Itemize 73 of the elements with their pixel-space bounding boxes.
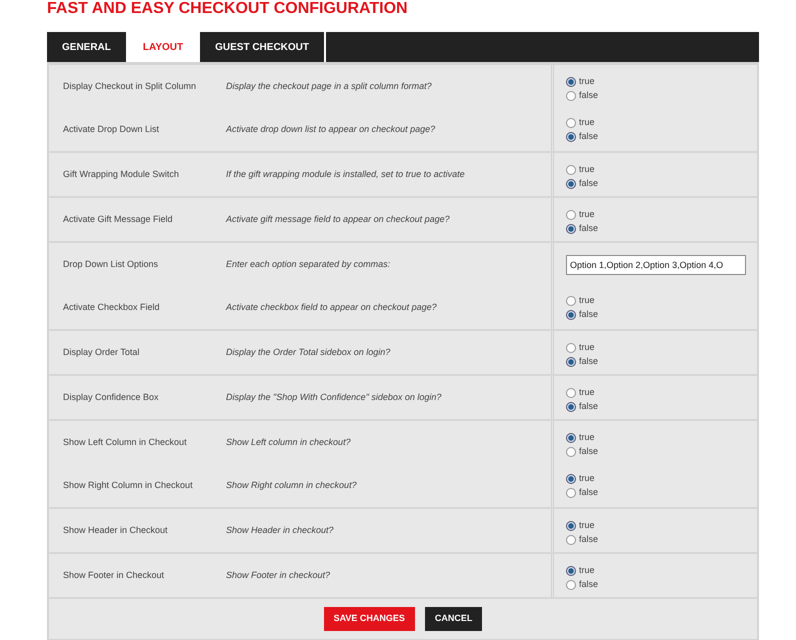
radio-button[interactable] xyxy=(566,357,576,367)
radio-label: false xyxy=(579,486,598,499)
setting-label: Display Order Total xyxy=(62,346,140,359)
radio-button[interactable] xyxy=(566,179,576,189)
setting-description: Activate drop down list to appear on checkout page? xyxy=(226,122,436,136)
radio-label: false xyxy=(579,130,598,143)
radio-button[interactable] xyxy=(566,118,576,128)
setting-label: Display Checkout in Split Column xyxy=(62,80,198,93)
setting-label: Activate Drop Down List xyxy=(62,122,160,136)
radio-label: false xyxy=(579,533,598,546)
radio-button[interactable] xyxy=(566,433,576,443)
setting-description: Show Footer in checkout? xyxy=(226,568,332,582)
radio-button[interactable] xyxy=(566,388,576,398)
setting-description: Activate gift message field to appear on checkout page? xyxy=(226,212,451,226)
radio-label: false xyxy=(579,89,598,102)
radio-label: false xyxy=(579,578,598,592)
setting-description: Show Right column in checkout? xyxy=(226,478,358,492)
setting-description: If the gift wrapping module is installed, set to true to activate xyxy=(226,168,466,181)
page-title: FAST AND EASY CHECKOUT CONFIGURATION xyxy=(47,0,409,18)
radio-button[interactable] xyxy=(566,566,576,576)
setting-label: Show Right Column in Checkout xyxy=(62,478,194,492)
radio-button[interactable] xyxy=(566,402,576,412)
radio-label: true xyxy=(579,75,595,88)
radio-button[interactable] xyxy=(566,91,576,101)
radio-label: true xyxy=(579,116,595,129)
radio-label: true xyxy=(579,208,595,222)
radio-label: false xyxy=(579,355,598,368)
cancel-button[interactable]: CANCEL xyxy=(424,607,482,631)
text-field[interactable]: Option 1,Option 2,Option 3,Option 4,O xyxy=(566,254,746,274)
setting-description: Display the Order Total sidebox on login? xyxy=(226,346,392,359)
setting-description: Display the checkout page in a split column format? xyxy=(226,80,433,93)
radio-button[interactable] xyxy=(566,310,576,320)
setting-description: Show Left column in checkout? xyxy=(226,436,352,449)
setting-label: Show Left Column in Checkout xyxy=(62,436,188,449)
radio-button[interactable] xyxy=(566,296,576,306)
radio-label: false xyxy=(579,445,598,458)
radio-button[interactable] xyxy=(566,447,576,457)
setting-label: Show Footer in Checkout xyxy=(62,568,166,582)
setting-description: Show Header in checkout? xyxy=(226,524,335,537)
setting-label: Gift Wrapping Module Switch xyxy=(62,168,180,181)
radio-button[interactable] xyxy=(566,77,576,87)
setting-label: Activate Gift Message Field xyxy=(62,212,174,226)
radio-button[interactable] xyxy=(566,224,576,234)
radio-label: false xyxy=(579,177,598,190)
setting-label: Show Header in Checkout xyxy=(62,524,169,537)
radio-label: true xyxy=(579,386,595,400)
radio-label: true xyxy=(579,472,595,485)
radio-label: true xyxy=(579,294,595,307)
radio-label: true xyxy=(579,519,595,532)
radio-button[interactable] xyxy=(566,535,576,545)
radio-label: true xyxy=(579,564,595,578)
setting-description: Enter each option separated by commas: xyxy=(226,258,392,271)
radio-label: false xyxy=(579,400,598,414)
radio-button[interactable] xyxy=(566,521,576,531)
radio-button[interactable] xyxy=(566,132,576,142)
radio-label: true xyxy=(579,163,595,176)
setting-description: Activate checkbox field to appear on checkout page? xyxy=(226,300,438,314)
radio-button[interactable] xyxy=(566,165,576,175)
setting-label: Drop Down List Options xyxy=(62,258,160,271)
setting-label: Activate Checkbox Field xyxy=(62,300,161,314)
radio-label: false xyxy=(579,308,598,321)
radio-label: false xyxy=(579,222,598,236)
radio-button[interactable] xyxy=(566,580,576,590)
tab[interactable]: LAYOUT xyxy=(128,32,200,62)
radio-label: true xyxy=(579,431,595,444)
setting-description: Display the "Shop With Confidence" sidebox on login? xyxy=(226,390,442,404)
setting-label: Display Confidence Box xyxy=(62,390,160,404)
radio-button[interactable] xyxy=(566,474,576,484)
radio-button[interactable] xyxy=(566,488,576,498)
radio-button[interactable] xyxy=(566,343,576,353)
save-button[interactable]: SAVE CHANGES xyxy=(324,607,415,631)
radio-button[interactable] xyxy=(566,210,576,220)
radio-label: true xyxy=(579,341,595,354)
